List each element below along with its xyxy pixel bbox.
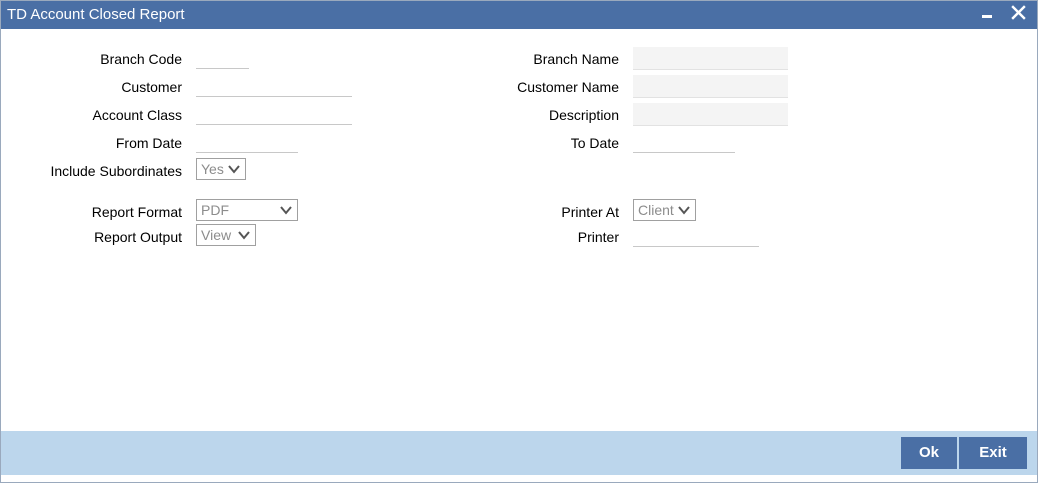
- exit-button[interactable]: Exit: [959, 437, 1027, 469]
- printer-input[interactable]: [633, 225, 759, 247]
- window-title: TD Account Closed Report: [7, 6, 185, 23]
- customer-name-field: [633, 75, 788, 98]
- chevron-down-icon: [238, 231, 250, 240]
- chevron-down-icon: [228, 165, 240, 174]
- description-label: Description: [548, 107, 619, 123]
- minimize-icon: [982, 15, 992, 18]
- report-output-label: Report Output: [94, 229, 182, 245]
- customer-label: Customer: [121, 79, 182, 95]
- chevron-down-icon: [280, 206, 292, 215]
- branch-code-input[interactable]: [196, 47, 249, 69]
- close-button[interactable]: [1008, 3, 1030, 25]
- close-icon: [1011, 5, 1026, 20]
- description-field: [633, 103, 788, 126]
- report-format-value: PDF: [201, 202, 229, 218]
- report-window: TD Account Closed Report Branch Code Cus…: [0, 0, 1038, 483]
- footer-bar: Ok Exit: [1, 431, 1037, 475]
- report-output-select[interactable]: View: [196, 224, 256, 246]
- printer-at-select[interactable]: Client: [633, 199, 696, 221]
- account-class-input[interactable]: [196, 103, 352, 125]
- title-bar: TD Account Closed Report: [1, 1, 1037, 29]
- branch-code-label: Branch Code: [100, 51, 182, 67]
- printer-label: Printer: [577, 229, 619, 245]
- printer-at-value: Client: [638, 202, 674, 218]
- to-date-input[interactable]: [633, 131, 735, 153]
- customer-name-label: Customer Name: [517, 79, 619, 95]
- branch-name-label: Branch Name: [533, 51, 619, 67]
- report-output-value: View: [201, 227, 232, 243]
- chevron-down-icon: [678, 206, 690, 215]
- to-date-label: To Date: [570, 135, 619, 151]
- account-class-label: Account Class: [92, 107, 182, 123]
- customer-input[interactable]: [196, 75, 352, 97]
- minimize-button[interactable]: [977, 3, 999, 25]
- printer-at-label: Printer At: [561, 204, 619, 220]
- branch-name-field: [633, 47, 788, 70]
- include-subordinates-value: Yes: [201, 161, 224, 177]
- from-date-input[interactable]: [196, 131, 298, 153]
- include-subordinates-select[interactable]: Yes: [196, 158, 246, 180]
- include-subordinates-label: Include Subordinates: [50, 163, 182, 179]
- report-format-select[interactable]: PDF: [196, 199, 298, 221]
- ok-button[interactable]: Ok: [901, 437, 957, 469]
- report-format-label: Report Format: [91, 204, 182, 220]
- from-date-label: From Date: [115, 135, 182, 151]
